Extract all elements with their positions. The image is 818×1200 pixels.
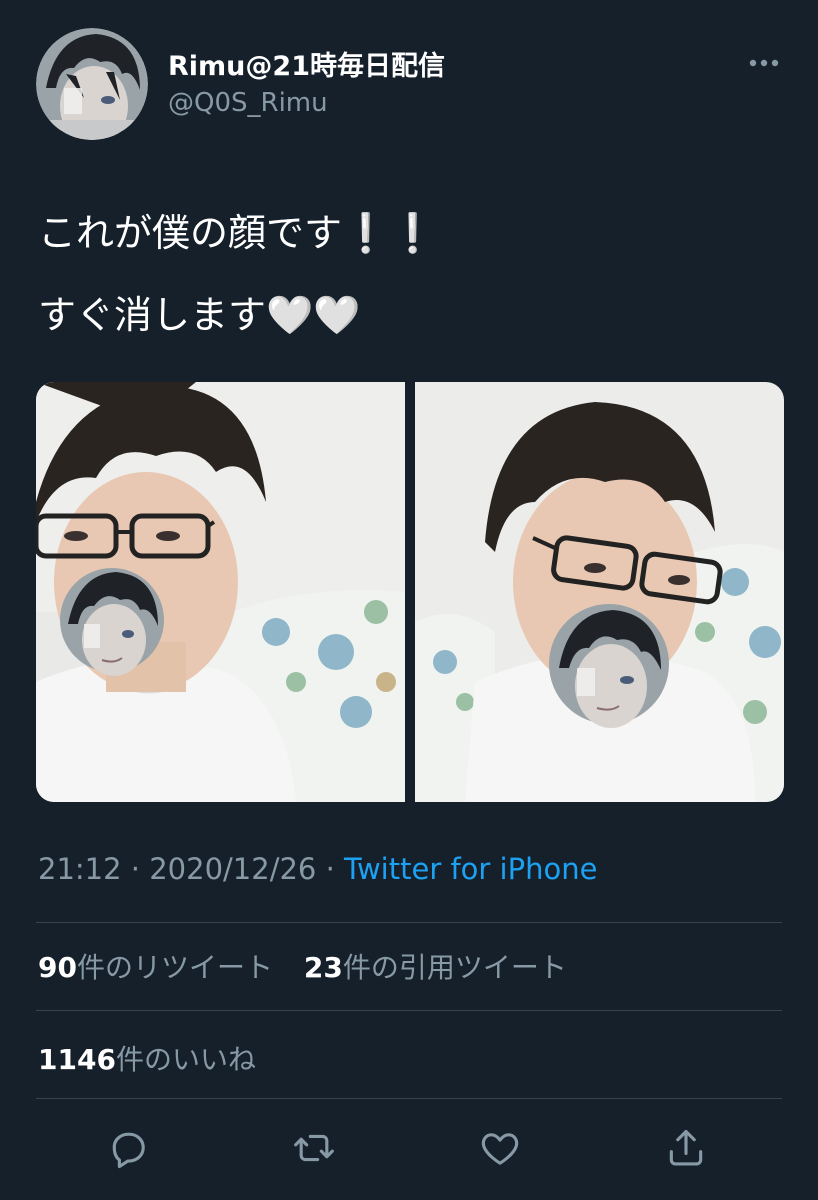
divider xyxy=(36,1098,782,1099)
tweet-time[interactable]: 21:12 xyxy=(38,852,122,886)
retweets-label: 件のリツイート xyxy=(76,951,273,984)
retweet-button[interactable] xyxy=(290,1124,338,1172)
media-grid xyxy=(36,382,784,802)
tweet-meta: 21:12 · 2020/12/26 · Twitter for iPhone xyxy=(38,852,597,886)
likes-stat[interactable]: 1146件のいいね xyxy=(38,1038,256,1078)
more-options-button[interactable] xyxy=(744,50,784,76)
meta-separator: · xyxy=(130,852,141,886)
likes-stats: 1146件のいいね xyxy=(38,1038,278,1078)
tweet-source-link[interactable]: Twitter for iPhone xyxy=(344,852,597,886)
retweet-icon xyxy=(294,1134,334,1162)
reply-icon xyxy=(112,1132,145,1169)
like-icon xyxy=(481,1133,519,1165)
quotes-count: 23 xyxy=(303,951,343,984)
retweets-count: 90 xyxy=(38,951,77,984)
likes-label: 件のいいね xyxy=(115,1043,256,1076)
display-name[interactable]: Rimu@21時毎日配信 xyxy=(168,44,445,83)
handle[interactable]: @Q0S_Rimu xyxy=(168,88,328,118)
retweets-stat[interactable]: 90件のリツイート xyxy=(38,946,273,986)
share-icon xyxy=(669,1129,703,1166)
meta-separator: · xyxy=(325,852,335,886)
like-button[interactable] xyxy=(476,1124,524,1172)
tweet-text-line-1: これが僕の顔です❕❕ xyxy=(38,211,437,255)
action-bar xyxy=(0,1100,818,1200)
quotes-label: 件の引用ツイート xyxy=(342,951,567,984)
tweet-text: これが僕の顔です❕❕ すぐ消します🤍🤍 xyxy=(38,192,788,356)
avatar[interactable] xyxy=(36,28,148,140)
selfie-photo-image xyxy=(36,382,405,802)
media-photo-2[interactable] xyxy=(415,382,784,802)
media-photo-1[interactable] xyxy=(36,382,405,802)
engagement-stats: 90件のリツイート 23件の引用ツイート xyxy=(38,946,589,986)
tweet-text-line-2: すぐ消します🤍🤍 xyxy=(38,293,361,337)
more-dots-icon xyxy=(749,59,779,67)
share-button[interactable] xyxy=(662,1124,710,1172)
likes-count: 1146 xyxy=(38,1043,116,1076)
reply-button[interactable] xyxy=(104,1124,152,1172)
quotes-stat[interactable]: 23件の引用ツイート xyxy=(304,946,567,986)
divider xyxy=(36,922,782,923)
selfie-photo-image xyxy=(415,382,784,802)
tweet-date[interactable]: 2020/12/26 xyxy=(149,852,316,886)
tweet-header: Rimu@21時毎日配信 @Q0S_Rimu xyxy=(0,0,818,170)
anime-avatar-icon xyxy=(36,28,148,140)
divider xyxy=(36,1010,782,1011)
